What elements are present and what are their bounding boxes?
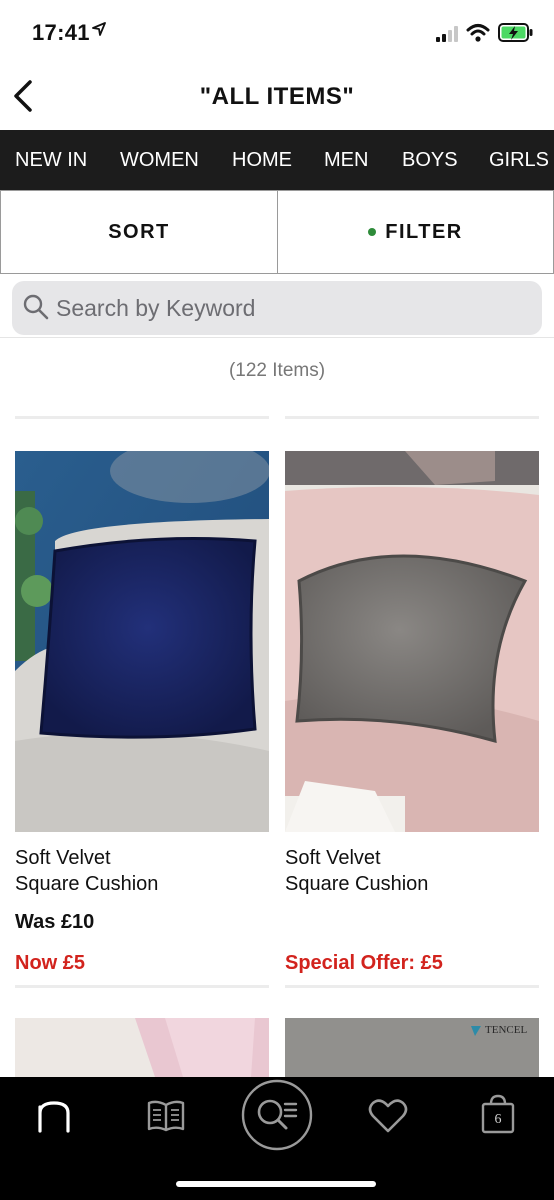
- search-list-icon[interactable]: [240, 1078, 314, 1157]
- now-price: Now £5: [15, 952, 86, 974]
- product-card[interactable]: Soft Velvet Square Cushion Was £10 Now £…: [15, 451, 269, 974]
- category-tab-boys[interactable]: BOYS: [402, 130, 458, 190]
- search-placeholder: Search by Keyword: [56, 295, 256, 321]
- divider: [0, 337, 554, 338]
- filter-button[interactable]: FILTER: [277, 190, 554, 274]
- product-card[interactable]: Soft Velvet Square Cushion Special Offer…: [285, 451, 539, 974]
- product-name[interactable]: Soft Velvet Square Cushion: [285, 845, 539, 897]
- product-image-pink-throw[interactable]: [15, 1018, 269, 1077]
- filter-active-dot: [368, 228, 377, 236]
- category-tab-new-in[interactable]: NEW IN: [15, 130, 87, 190]
- heart-icon[interactable]: [368, 1098, 408, 1139]
- product-name[interactable]: Soft Velvet Square Cushion: [15, 845, 269, 897]
- category-tab-women[interactable]: WOMEN: [120, 130, 199, 190]
- sort-filter-bar: SORT FILTER: [0, 190, 554, 276]
- catalogue-icon[interactable]: [147, 1097, 185, 1138]
- item-count: (122 Items): [228, 360, 326, 381]
- category-tab-girls[interactable]: GIRLS: [489, 130, 549, 190]
- cellular-signal-icon: [436, 26, 460, 47]
- product-image-navy-cushion[interactable]: [15, 451, 269, 832]
- location-arrow-icon: [92, 22, 106, 41]
- product-image-grey-fabric[interactable]: TENCEL: [285, 1018, 539, 1077]
- tencel-badge: TENCEL: [485, 1024, 528, 1036]
- status-bar: 17:41: [0, 0, 554, 64]
- home-logo-icon[interactable]: [36, 1099, 72, 1138]
- status-time: 17:41: [32, 20, 90, 45]
- was-price: Was £10: [15, 911, 95, 933]
- category-tab-home[interactable]: HOME: [232, 130, 292, 190]
- wifi-icon: [466, 23, 490, 48]
- row-divider: [15, 416, 269, 419]
- special-offer-price: Special Offer: £5: [285, 952, 443, 974]
- bag-icon[interactable]: 6: [480, 1094, 516, 1139]
- filter-label: FILTER: [385, 220, 463, 243]
- row-divider: [15, 985, 269, 988]
- page-header: "ALL ITEMS": [0, 64, 554, 130]
- battery-charging-icon: [498, 22, 534, 49]
- search-icon: [22, 293, 50, 326]
- product-image-grey-cushion[interactable]: [285, 451, 539, 832]
- sort-button[interactable]: SORT: [0, 190, 278, 274]
- row-divider: [285, 416, 539, 419]
- row-divider: [285, 985, 539, 988]
- search-input[interactable]: Search by Keyword: [12, 281, 542, 335]
- sort-label: SORT: [108, 220, 170, 243]
- bag-count-badge: 6: [494, 1112, 502, 1127]
- category-tab-men[interactable]: MEN: [324, 130, 368, 190]
- home-indicator: [176, 1181, 376, 1187]
- page-title: "ALL ITEMS": [199, 83, 355, 110]
- category-nav: NEW IN WOMEN HOME MEN BOYS GIRLS: [0, 130, 554, 190]
